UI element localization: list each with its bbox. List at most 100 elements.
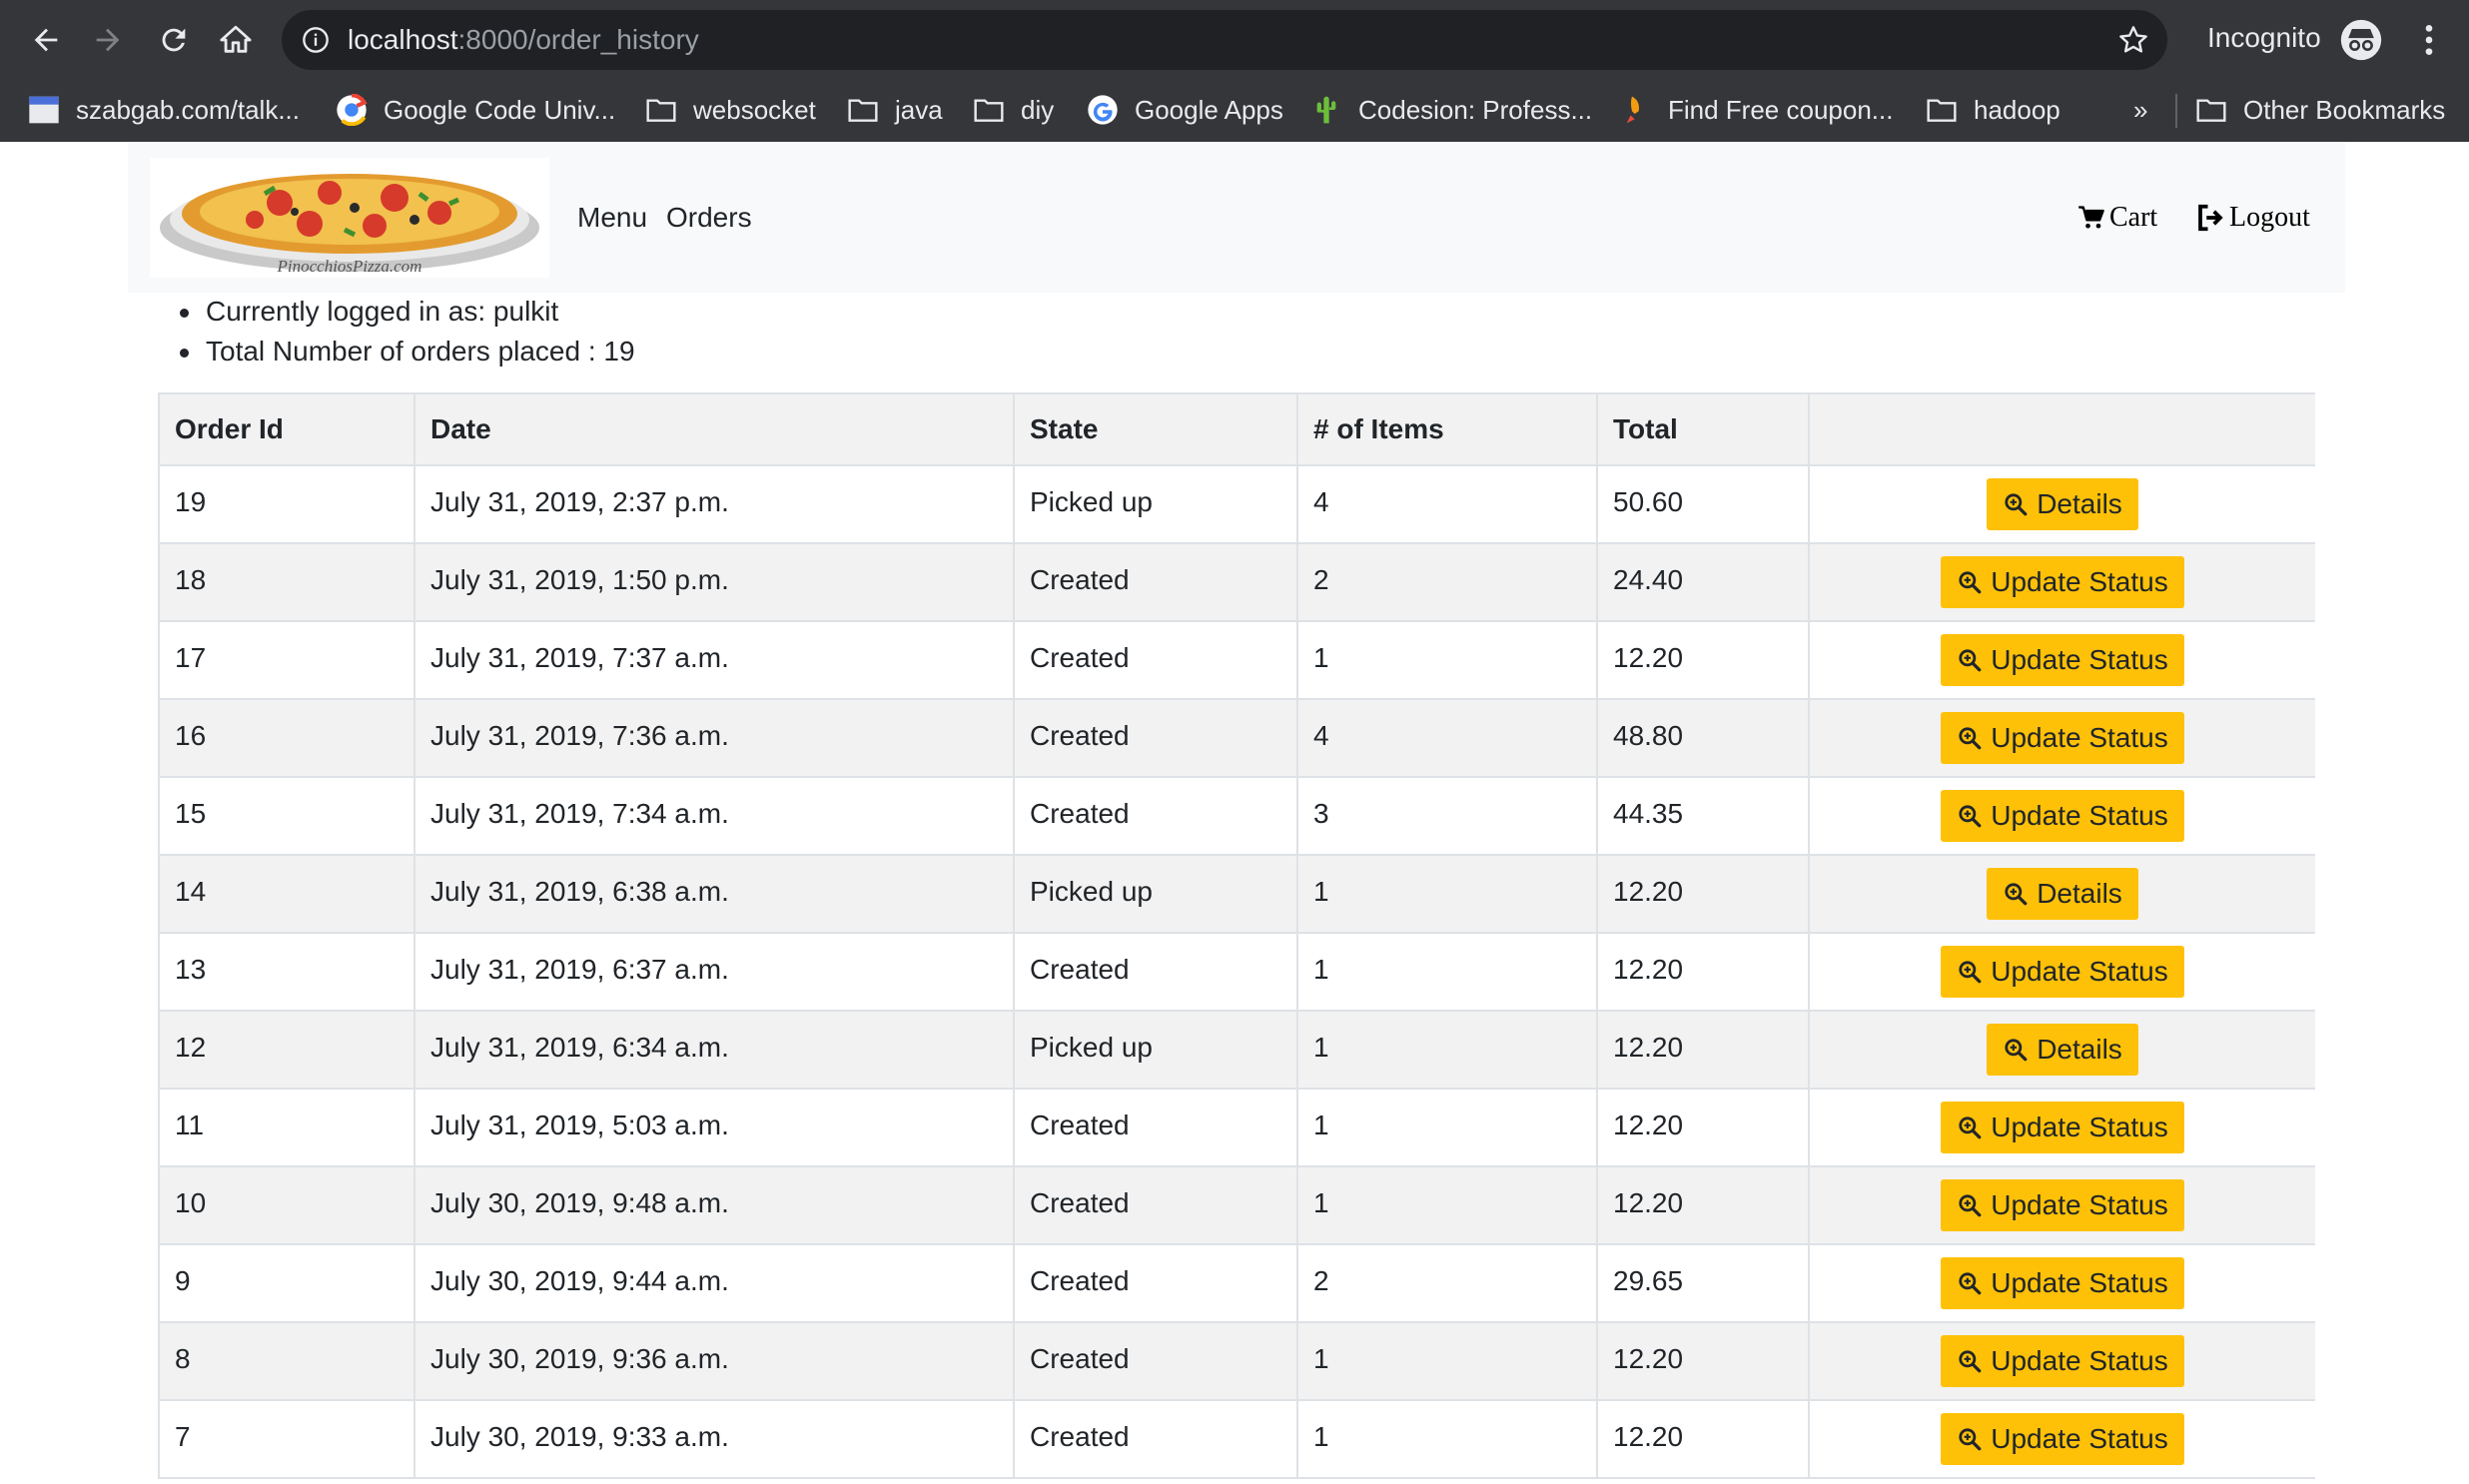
cell-total: 12.20 bbox=[1596, 620, 1810, 700]
update-status-button[interactable]: Update Status bbox=[1941, 1257, 2184, 1309]
home-button[interactable] bbox=[212, 16, 260, 64]
bookmark-item[interactable]: szabgab.com/talk... bbox=[28, 90, 300, 130]
bookmark-item[interactable]: websocket bbox=[645, 90, 816, 130]
cell-total: 12.20 bbox=[1596, 1399, 1810, 1479]
bookmarks-bar: szabgab.com/talk... Google Code Univ... … bbox=[0, 80, 2469, 143]
bookmark-label: diy bbox=[1021, 94, 1055, 125]
action-button-label: Update Status bbox=[1991, 1267, 2168, 1298]
cell-total: 24.40 bbox=[1596, 542, 1810, 622]
cell-date: July 31, 2019, 6:37 a.m. bbox=[413, 932, 1015, 1012]
forward-button[interactable] bbox=[84, 16, 132, 64]
bookmark-label: hadoop bbox=[1974, 94, 2060, 125]
update-status-button[interactable]: Update Status bbox=[1941, 1102, 2184, 1153]
folder-icon bbox=[1927, 99, 1957, 122]
site-logo[interactable]: PinocchiosPizza.com bbox=[150, 158, 549, 278]
cell-item-count: 2 bbox=[1296, 542, 1598, 622]
cell-state: Picked up bbox=[1013, 854, 1298, 934]
bookmarks-overflow-button[interactable]: » bbox=[2133, 90, 2147, 130]
other-bookmarks-button[interactable]: Other Bookmarks bbox=[2195, 90, 2445, 130]
logout-label: Logout bbox=[2229, 202, 2310, 233]
cell-order-id: 13 bbox=[158, 932, 415, 1012]
zoom-in-icon bbox=[1959, 1428, 1982, 1451]
back-button[interactable] bbox=[22, 16, 70, 64]
url-path: :8000/order_history bbox=[457, 24, 699, 55]
cell-action: Update Status bbox=[1808, 1165, 2315, 1245]
cell-state: Picked up bbox=[1013, 1010, 1298, 1090]
cell-state: Created bbox=[1013, 1399, 1298, 1479]
cell-state: Created bbox=[1013, 776, 1298, 856]
update-status-button[interactable]: Update Status bbox=[1941, 946, 2184, 998]
bookmark-item[interactable]: hadoop bbox=[1926, 90, 2060, 130]
cell-date: July 31, 2019, 6:38 a.m. bbox=[413, 854, 1015, 934]
zoom-in-icon bbox=[1959, 1272, 1982, 1295]
zoom-in-icon bbox=[1959, 805, 1982, 828]
cell-state: Created bbox=[1013, 698, 1298, 778]
nav-orders-link[interactable]: Orders bbox=[666, 202, 752, 234]
bookmark-item[interactable]: Google Apps bbox=[1087, 90, 1283, 130]
logout-link[interactable]: Logout bbox=[2195, 202, 2310, 234]
nav-menu-link[interactable]: Menu bbox=[577, 202, 647, 234]
details-button[interactable]: Details bbox=[1987, 478, 2138, 530]
cell-order-id: 9 bbox=[158, 1243, 415, 1323]
url-host: localhost bbox=[348, 24, 458, 55]
action-button-label: Update Status bbox=[1991, 956, 2168, 987]
update-status-button[interactable]: Update Status bbox=[1941, 556, 2184, 608]
cart-icon bbox=[2078, 206, 2104, 229]
cart-link[interactable]: Cart bbox=[2077, 202, 2157, 234]
bookmark-item[interactable]: java bbox=[847, 90, 943, 130]
more-menu-icon[interactable] bbox=[2409, 20, 2449, 60]
bookmark-item[interactable]: diy bbox=[973, 90, 1054, 130]
bookmark-star-icon[interactable] bbox=[2117, 24, 2149, 56]
cell-item-count: 1 bbox=[1296, 1165, 1598, 1245]
cell-date: July 31, 2019, 2:37 p.m. bbox=[413, 464, 1015, 544]
info-icon[interactable] bbox=[302, 26, 330, 54]
action-button-label: Update Status bbox=[1991, 566, 2168, 597]
cell-order-id: 16 bbox=[158, 698, 415, 778]
logo-text: PinocchiosPizza.com bbox=[277, 257, 422, 276]
table-row: 16 July 31, 2019, 7:36 a.m. Created 4 48.80 U… bbox=[158, 698, 2315, 778]
header-date: Date bbox=[413, 392, 1015, 466]
update-status-button[interactable]: Update Status bbox=[1941, 1413, 2184, 1465]
address-bar[interactable]: localhost:8000/order_history bbox=[282, 10, 2167, 70]
folder-icon bbox=[974, 99, 1004, 122]
table-row: 12 July 31, 2019, 6:34 a.m. Picked up 1 12.2… bbox=[158, 1010, 2315, 1090]
table-row: 19 July 31, 2019, 2:37 p.m. Picked up 4 50.6… bbox=[158, 464, 2315, 544]
update-status-button[interactable]: Update Status bbox=[1941, 1335, 2184, 1387]
cell-total: 12.20 bbox=[1596, 932, 1810, 1012]
cell-date: July 31, 2019, 7:37 a.m. bbox=[413, 620, 1015, 700]
forward-arrow-icon bbox=[96, 28, 120, 52]
cell-total: 12.20 bbox=[1596, 1165, 1810, 1245]
bookmark-item[interactable]: Google Code Univ... bbox=[336, 90, 615, 130]
details-button[interactable]: Details bbox=[1987, 868, 2138, 920]
cell-order-id: 18 bbox=[158, 542, 415, 622]
cell-order-id: 14 bbox=[158, 854, 415, 934]
cell-action: Details bbox=[1808, 854, 2315, 934]
cell-action: Update Status bbox=[1808, 1243, 2315, 1323]
update-status-button[interactable]: Update Status bbox=[1941, 1179, 2184, 1231]
bookmark-item[interactable]: Codesion: Profess... bbox=[1310, 90, 1592, 130]
reload-button[interactable] bbox=[150, 16, 198, 64]
update-status-button[interactable]: Update Status bbox=[1941, 634, 2184, 686]
cell-action: Update Status bbox=[1808, 1088, 2315, 1167]
cell-state: Created bbox=[1013, 1088, 1298, 1167]
update-status-button[interactable]: Update Status bbox=[1941, 712, 2184, 764]
cell-total: 50.60 bbox=[1596, 464, 1810, 544]
orders-table-container: Order Id Date State # of Items Total 19 J… bbox=[158, 392, 2315, 1484]
incognito-icon[interactable] bbox=[2339, 18, 2383, 62]
details-button[interactable]: Details bbox=[1987, 1024, 2138, 1076]
cell-item-count: 1 bbox=[1296, 1399, 1598, 1479]
action-button-label: Update Status bbox=[1991, 1423, 2168, 1454]
bookmark-label: websocket bbox=[693, 94, 816, 125]
cell-item-count: 1 bbox=[1296, 932, 1598, 1012]
cell-date: July 30, 2019, 9:36 a.m. bbox=[413, 1321, 1015, 1401]
cell-action: Update Status bbox=[1808, 776, 2315, 856]
web-page: PinocchiosPizza.com Menu Orders Cart Log… bbox=[0, 142, 2469, 1484]
table-row: 10 July 30, 2019, 9:48 a.m. Created 1 12.20 U… bbox=[158, 1165, 2315, 1245]
cell-order-id: 12 bbox=[158, 1010, 415, 1090]
url-text: localhost:8000/order_history bbox=[348, 24, 699, 56]
cell-action: Update Status bbox=[1808, 698, 2315, 778]
update-status-button[interactable]: Update Status bbox=[1941, 790, 2184, 842]
bookmark-item[interactable]: Find Free coupon... bbox=[1620, 90, 1893, 130]
bookmark-label: szabgab.com/talk... bbox=[76, 94, 300, 125]
cell-total: 12.20 bbox=[1596, 1010, 1810, 1090]
